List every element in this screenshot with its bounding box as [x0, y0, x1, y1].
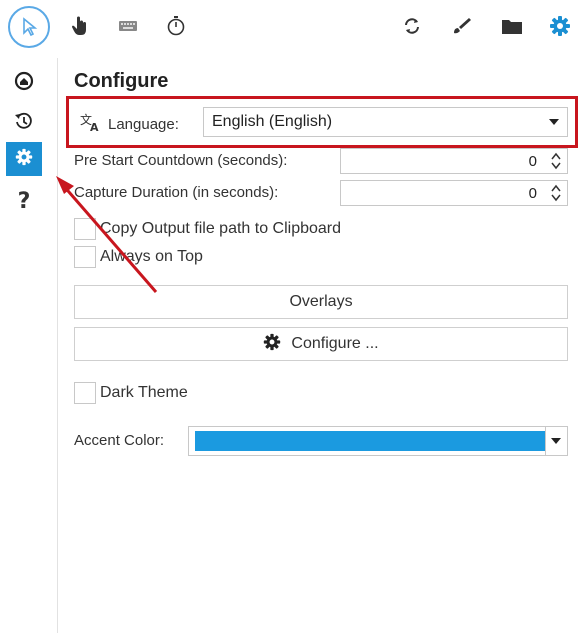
capture-duration-input[interactable]: 0: [340, 180, 568, 206]
gear-icon: [15, 148, 33, 171]
overlays-button[interactable]: Overlays: [74, 285, 568, 319]
pre-start-value: 0: [528, 153, 537, 170]
brush-icon[interactable]: [446, 10, 478, 42]
spinner-arrows-icon[interactable]: [551, 184, 561, 202]
translate-icon: 文A: [80, 112, 102, 136]
help-icon: ?: [17, 188, 31, 214]
capture-duration-label: Capture Duration (in seconds):: [74, 184, 279, 201]
history-icon[interactable]: [6, 104, 42, 138]
dark-theme-checkbox-row[interactable]: Dark Theme: [74, 382, 188, 404]
dark-theme-label: Dark Theme: [100, 384, 188, 401]
configure-label: Configure ...: [291, 335, 379, 352]
chevron-down-icon: [551, 438, 561, 444]
capture-duration-value: 0: [528, 185, 537, 202]
always-on-top-checkbox-row[interactable]: Always on Top: [74, 246, 203, 268]
dark-theme-checkbox[interactable]: [74, 382, 96, 404]
copy-output-checkbox[interactable]: [74, 218, 96, 240]
pre-start-label: Pre Start Countdown (seconds):: [74, 152, 288, 169]
spinner-arrows-icon[interactable]: [551, 152, 561, 170]
always-on-top-label: Always on Top: [100, 248, 203, 265]
accent-color-select[interactable]: [188, 426, 568, 456]
overlays-label: Overlays: [289, 293, 353, 310]
accent-dropdown-toggle[interactable]: [545, 427, 567, 455]
language-label: Language:: [108, 115, 179, 133]
chevron-down-icon: [549, 119, 559, 125]
home-icon[interactable]: [6, 64, 42, 98]
language-value: English (English): [212, 113, 333, 130]
help-button[interactable]: ?: [6, 184, 42, 218]
keyboard-icon[interactable]: [112, 10, 144, 42]
pre-start-input[interactable]: 0: [340, 148, 568, 174]
toolbar: [0, 0, 584, 56]
folder-icon[interactable]: [496, 10, 528, 42]
sidebar-item-settings[interactable]: [6, 142, 42, 176]
language-select[interactable]: English (English): [203, 107, 568, 137]
timer-icon[interactable]: [160, 10, 192, 42]
page-title: Configure: [74, 70, 169, 92]
svg-text:A: A: [90, 121, 99, 132]
app-window: ? Configure 文A Language: English (Englis…: [0, 0, 584, 633]
sync-icon[interactable]: [396, 10, 428, 42]
gear-icon: [263, 333, 281, 356]
language-label-group: 文A Language:: [80, 112, 179, 136]
cursor-icon[interactable]: [8, 6, 50, 48]
accent-color-swatch: [195, 431, 545, 451]
copy-output-label: Copy Output file path to Clipboard: [100, 220, 342, 237]
accent-color-label: Accent Color:: [74, 432, 165, 449]
hand-icon[interactable]: [64, 10, 96, 42]
sidebar-divider: [57, 58, 58, 633]
gear-icon[interactable]: [544, 10, 576, 42]
always-on-top-checkbox[interactable]: [74, 246, 96, 268]
configure-button[interactable]: Configure ...: [74, 327, 568, 361]
copy-output-checkbox-row[interactable]: Copy Output file path to Clipboard: [74, 218, 341, 240]
